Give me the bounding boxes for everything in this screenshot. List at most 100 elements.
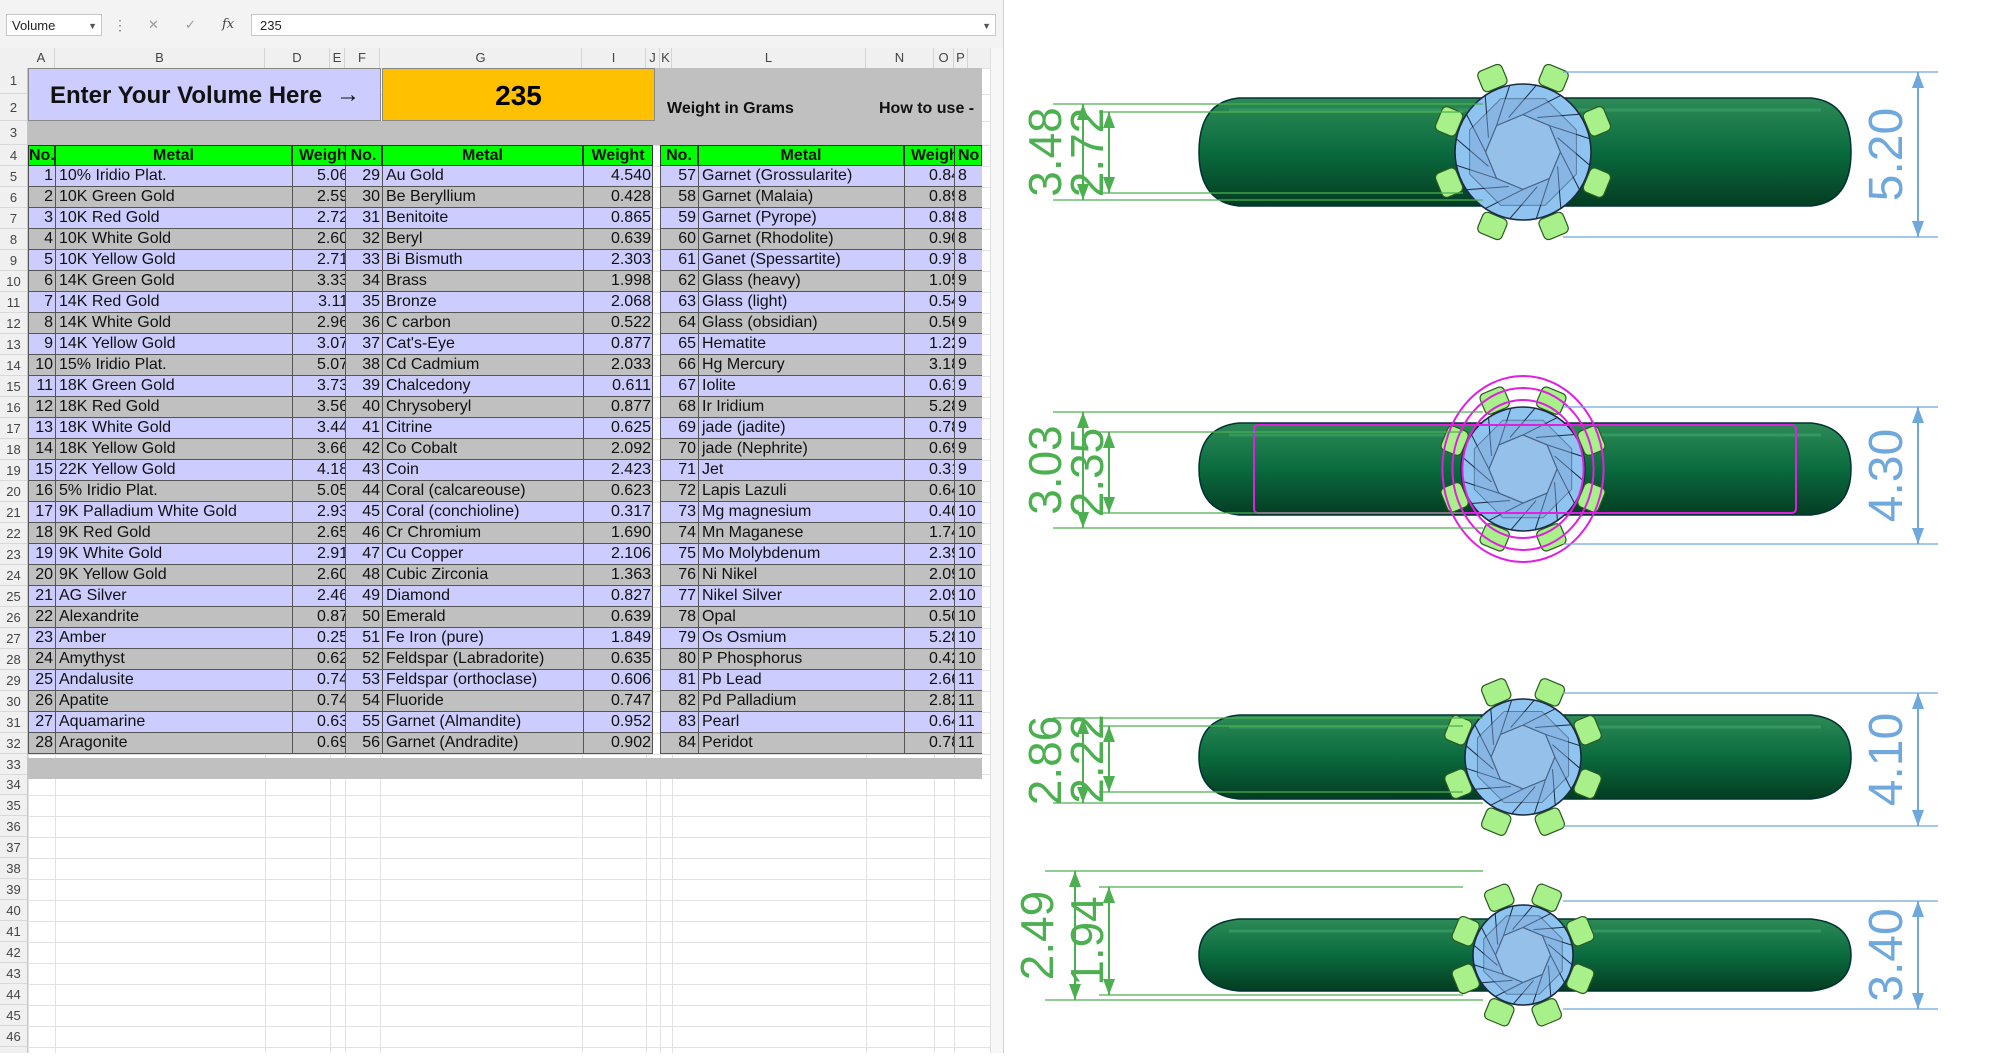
row-header-7[interactable]: 7 bbox=[0, 208, 27, 229]
table-row[interactable]: 52 Feldspar (Labradorite) 0.635 bbox=[345, 649, 653, 670]
table-row[interactable]: 9 bbox=[954, 292, 982, 313]
row-header-1[interactable]: 1 bbox=[0, 68, 27, 94]
table-row[interactable]: 3 10K Red Gold 2.724 bbox=[28, 208, 359, 229]
row-header-6[interactable]: 6 bbox=[0, 187, 27, 208]
table-row[interactable]: 56 Garnet (Andradite) 0.902 bbox=[345, 733, 653, 754]
table-row[interactable]: 21 AG Silver 2.465 bbox=[28, 586, 359, 607]
row-header-2[interactable]: 2 bbox=[0, 94, 27, 121]
table-row[interactable]: 84 Peridot 0.785 bbox=[660, 733, 971, 754]
table-row[interactable]: 44 Coral (calcareouse) 0.623 bbox=[345, 481, 653, 502]
table-row[interactable]: 9 bbox=[954, 439, 982, 460]
row-header-14[interactable]: 14 bbox=[0, 355, 27, 376]
row-header-44[interactable]: 44 bbox=[0, 984, 27, 1005]
row-header-43[interactable]: 43 bbox=[0, 963, 27, 984]
row-header-29[interactable]: 29 bbox=[0, 670, 27, 691]
volume-input[interactable]: 235 bbox=[382, 68, 655, 121]
table-row[interactable]: 75 Mo Molybdenum 2.397 bbox=[660, 544, 971, 565]
row-header-3[interactable]: 3 bbox=[0, 121, 27, 145]
table-row[interactable]: 30 Be Beryllium 0.428 bbox=[345, 187, 653, 208]
row-header-31[interactable]: 31 bbox=[0, 712, 27, 733]
table-row[interactable]: 9 bbox=[954, 355, 982, 376]
checkmark-icon[interactable]: ✓ bbox=[185, 14, 196, 36]
row-header-16[interactable]: 16 bbox=[0, 397, 27, 418]
table-row[interactable]: 5 10K Yellow Gold 2.719 bbox=[28, 250, 359, 271]
table-row[interactable]: 63 Glass (light) 0.541 bbox=[660, 292, 971, 313]
table-row[interactable]: 72 Lapis Lazuli 0.646 bbox=[660, 481, 971, 502]
column-header-g[interactable]: G bbox=[380, 48, 582, 68]
table-row[interactable]: 58 Garnet (Malaia) 0.893 bbox=[660, 187, 971, 208]
table-row[interactable]: 10 bbox=[954, 523, 982, 544]
table-row[interactable]: 51 Fe Iron (pure) 1.849 bbox=[345, 628, 653, 649]
table-row[interactable]: 9 bbox=[954, 334, 982, 355]
table-row[interactable]: 64 Glass (obsidian) 0.564 bbox=[660, 313, 971, 334]
table-row[interactable]: 11 bbox=[954, 670, 982, 691]
table-row[interactable]: 35 Bronze 2.068 bbox=[345, 292, 653, 313]
table-row[interactable]: 10 bbox=[954, 565, 982, 586]
table-row[interactable]: 11 bbox=[954, 691, 982, 712]
table-row[interactable]: 6 14K Green Gold 3.337 bbox=[28, 271, 359, 292]
column-header-j[interactable]: J bbox=[646, 48, 660, 68]
table-row[interactable]: 66 Hg Mercury 3.183 bbox=[660, 355, 971, 376]
table-row[interactable]: 38 Cd Cadmium 2.033 bbox=[345, 355, 653, 376]
table-row[interactable]: 9 bbox=[954, 418, 982, 439]
table-row[interactable]: 22 Alexandrite 0.877 bbox=[28, 607, 359, 628]
row-header-19[interactable]: 19 bbox=[0, 460, 27, 481]
row-header-11[interactable]: 11 bbox=[0, 292, 27, 313]
table-row[interactable]: 8 bbox=[954, 208, 982, 229]
table-row[interactable]: 74 Mn Maganese 1.746 bbox=[660, 523, 971, 544]
formula-input[interactable]: 235 ▼ bbox=[251, 14, 996, 36]
table-row[interactable]: 10 bbox=[954, 607, 982, 628]
table-row[interactable]: 10 bbox=[954, 481, 982, 502]
table-row[interactable]: 11 18K Green Gold 3.737 bbox=[28, 376, 359, 397]
row-header-47[interactable]: 47 bbox=[0, 1047, 27, 1053]
table-row[interactable]: 15 22K Yellow Gold 4.183 bbox=[28, 460, 359, 481]
table-row[interactable]: 83 Pearl 0.642 bbox=[660, 712, 971, 733]
close-icon[interactable]: ✕ bbox=[148, 14, 159, 36]
more-icon[interactable]: ⋮ bbox=[113, 14, 127, 36]
row-header-46[interactable]: 46 bbox=[0, 1026, 27, 1047]
table-row[interactable]: 9 14K Yellow Gold 3.071 bbox=[28, 334, 359, 355]
row-header-20[interactable]: 20 bbox=[0, 481, 27, 502]
table-row[interactable]: 33 Bi Bismuth 2.303 bbox=[345, 250, 653, 271]
table-row[interactable]: 11 bbox=[954, 733, 982, 754]
row-header-12[interactable]: 12 bbox=[0, 313, 27, 334]
table-row[interactable]: 36 C carbon 0.522 bbox=[345, 313, 653, 334]
table-row[interactable]: 27 Aquamarine 0.639 bbox=[28, 712, 359, 733]
fx-button[interactable]: fx bbox=[222, 14, 234, 36]
row-header-27[interactable]: 27 bbox=[0, 628, 27, 649]
row-header-4[interactable]: 4 bbox=[0, 145, 27, 166]
row-header-13[interactable]: 13 bbox=[0, 334, 27, 355]
table-row[interactable]: 41 Citrine 0.625 bbox=[345, 418, 653, 439]
row-header-35[interactable]: 35 bbox=[0, 795, 27, 816]
table-row[interactable]: 43 Coin 2.423 bbox=[345, 460, 653, 481]
row-header-42[interactable]: 42 bbox=[0, 942, 27, 963]
column-header-n[interactable]: N bbox=[866, 48, 934, 68]
row-header-38[interactable]: 38 bbox=[0, 858, 27, 879]
table-row[interactable]: 50 Emerald 0.639 bbox=[345, 607, 653, 628]
table-row[interactable]: 2 10K Green Gold 2.592 bbox=[28, 187, 359, 208]
table-row[interactable]: 16 5% Iridio Plat. 5.053 bbox=[28, 481, 359, 502]
row-header-33[interactable]: 33 bbox=[0, 754, 27, 775]
column-header-d[interactable]: D bbox=[265, 48, 330, 68]
table-row[interactable]: 10 bbox=[954, 544, 982, 565]
table-row[interactable]: 23 Amber 0.254 bbox=[28, 628, 359, 649]
table-row[interactable]: 10 bbox=[954, 586, 982, 607]
table-row[interactable]: 10 bbox=[954, 649, 982, 670]
table-row[interactable]: 78 Opal 0.505 bbox=[660, 607, 971, 628]
table-row[interactable]: 9 bbox=[954, 376, 982, 397]
table-row[interactable]: 65 Hematite 1.222 bbox=[660, 334, 971, 355]
table-row[interactable]: 31 Benitoite 0.865 bbox=[345, 208, 653, 229]
row-header-17[interactable]: 17 bbox=[0, 418, 27, 439]
vertical-scrollbar[interactable] bbox=[990, 48, 1003, 1053]
table-row[interactable]: 61 Ganet (Spessartite) 0.975 bbox=[660, 250, 971, 271]
table-row[interactable]: 10 15% Iridio Plat. 5.074 bbox=[28, 355, 359, 376]
row-header-22[interactable]: 22 bbox=[0, 523, 27, 544]
column-header-l[interactable]: L bbox=[672, 48, 866, 68]
table-row[interactable]: 19 9K White Gold 2.914 bbox=[28, 544, 359, 565]
row-header-34[interactable]: 34 bbox=[0, 774, 27, 795]
column-header-i[interactable]: I bbox=[582, 48, 646, 68]
table-row[interactable]: 73 Mg magnesium 0.409 bbox=[660, 502, 971, 523]
name-box[interactable]: Volume ▼ bbox=[6, 14, 102, 36]
column-header-k[interactable]: K bbox=[660, 48, 672, 68]
table-row[interactable]: 17 9K Palladium White Gold 2.938 bbox=[28, 502, 359, 523]
